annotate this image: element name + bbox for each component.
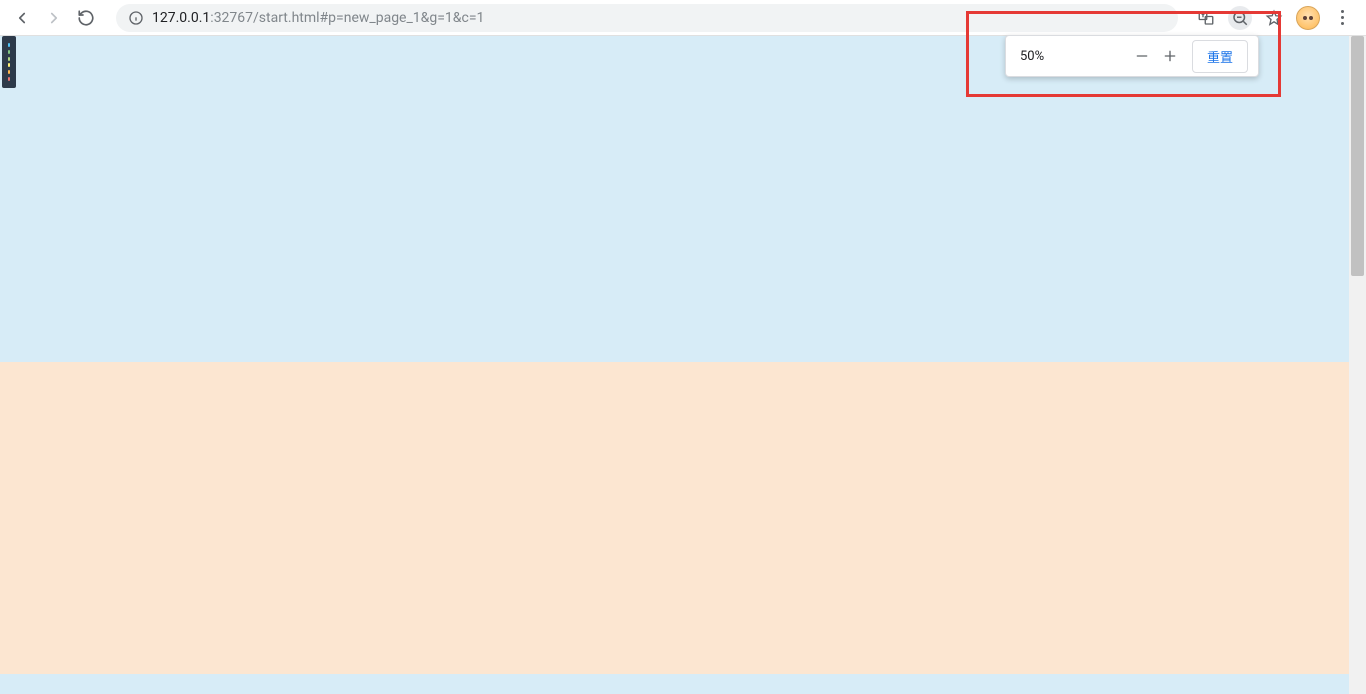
address-bar[interactable]: 127.0.0.1:32767/start.html#p=new_page_1&… — [116, 4, 1178, 32]
zoom-level-text: 50% — [1020, 49, 1044, 64]
zoom-popup: 50% 重置 — [1005, 35, 1259, 77]
nav-buttons — [8, 8, 100, 28]
url-text: 127.0.0.1:32767/start.html#p=new_page_1&… — [152, 10, 484, 26]
content-band-peach — [0, 362, 1366, 674]
ruler-mark — [8, 70, 10, 74]
ruler-mark — [8, 43, 10, 47]
zoom-out-button[interactable] — [1128, 42, 1156, 70]
vertical-scrollbar[interactable] — [1349, 36, 1366, 694]
reload-button[interactable] — [76, 8, 96, 28]
ruler-mark — [8, 63, 10, 67]
back-button[interactable] — [12, 8, 32, 28]
page-content — [0, 36, 1366, 694]
bookmark-star-icon[interactable] — [1262, 6, 1286, 30]
content-band-blue-bottom — [0, 674, 1366, 694]
forward-button[interactable] — [44, 8, 64, 28]
menu-button[interactable] — [1330, 6, 1354, 30]
zoom-reset-button[interactable]: 重置 — [1192, 40, 1248, 73]
zoom-in-button[interactable] — [1156, 42, 1184, 70]
ruler-mark — [8, 50, 10, 54]
content-band-blue-top — [0, 36, 1366, 362]
scrollbar-thumb[interactable] — [1351, 36, 1364, 276]
ruler-widget[interactable] — [2, 36, 16, 88]
ruler-mark — [8, 77, 10, 81]
url-path: :32767/start.html#p=new_page_1&g=1&c=1 — [210, 10, 484, 26]
ruler-mark — [8, 57, 10, 61]
site-info-icon[interactable] — [128, 10, 144, 26]
browser-toolbar: 127.0.0.1:32767/start.html#p=new_page_1&… — [0, 0, 1366, 36]
toolbar-right — [1194, 6, 1358, 30]
profile-avatar[interactable] — [1296, 6, 1320, 30]
menu-dots-icon — [1341, 10, 1344, 25]
translate-icon[interactable] — [1194, 6, 1218, 30]
url-host: 127.0.0.1 — [152, 10, 210, 26]
zoom-indicator-icon[interactable] — [1228, 6, 1252, 30]
